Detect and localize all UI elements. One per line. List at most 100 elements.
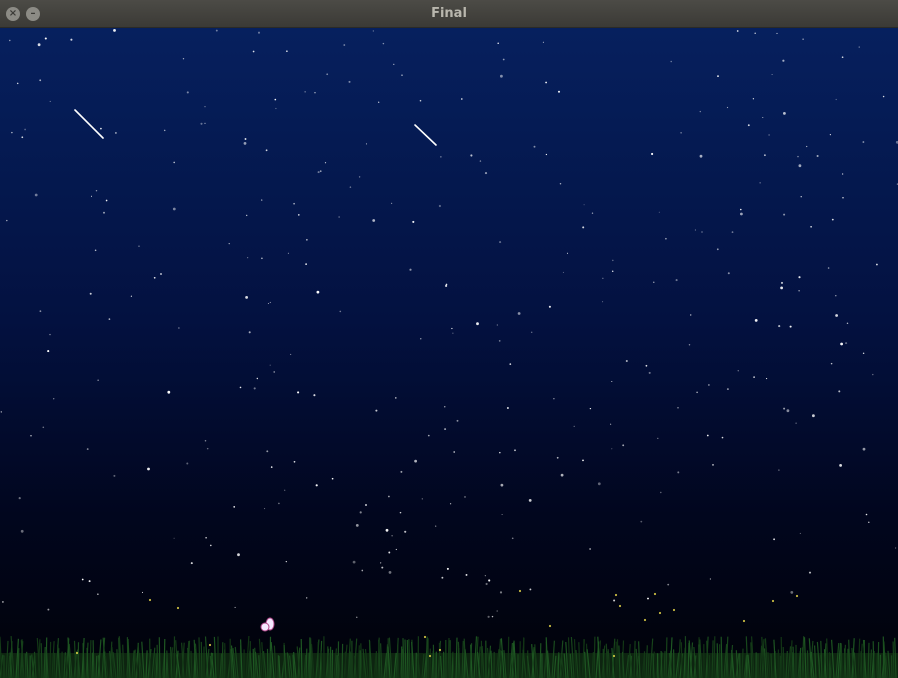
star	[499, 451, 501, 454]
star	[511, 537, 514, 540]
app-window: × – Final	[0, 0, 898, 678]
star	[566, 252, 569, 254]
star	[689, 314, 692, 316]
grass-blade	[557, 652, 560, 678]
star	[582, 459, 584, 462]
grass-blade	[173, 636, 176, 678]
star	[706, 434, 709, 437]
star	[782, 59, 785, 62]
star	[858, 46, 860, 48]
star	[802, 38, 804, 40]
star	[484, 172, 488, 175]
title-bar[interactable]: × – Final	[0, 0, 898, 28]
star	[862, 141, 865, 143]
star	[806, 145, 808, 148]
star	[34, 193, 38, 197]
star	[731, 231, 734, 233]
star	[37, 43, 41, 47]
star	[589, 548, 591, 550]
star	[53, 398, 55, 400]
star	[186, 91, 189, 94]
grass-blade	[95, 655, 98, 678]
star	[306, 597, 308, 599]
star	[200, 122, 203, 125]
star	[778, 469, 780, 471]
star	[438, 204, 441, 208]
star	[602, 277, 604, 279]
star	[388, 571, 392, 574]
grass-blade	[200, 641, 203, 678]
star	[677, 471, 680, 474]
star	[470, 154, 473, 157]
star	[670, 60, 672, 63]
grass-blade	[329, 646, 332, 678]
star	[831, 218, 834, 221]
star	[209, 544, 212, 547]
star	[645, 364, 648, 367]
grass-blade	[713, 636, 716, 678]
star	[453, 451, 456, 453]
star	[740, 208, 742, 211]
star	[47, 608, 50, 611]
star	[266, 450, 269, 453]
star	[89, 292, 92, 295]
star	[548, 305, 551, 308]
star	[827, 267, 830, 269]
star	[278, 502, 280, 505]
star	[88, 580, 91, 583]
star	[499, 591, 503, 594]
star	[444, 406, 446, 408]
star	[514, 449, 516, 452]
star	[783, 112, 786, 115]
star	[381, 566, 384, 569]
star	[247, 257, 249, 259]
star	[42, 426, 45, 429]
firefly	[75, 651, 79, 655]
grass-blade	[780, 636, 783, 678]
star	[24, 128, 26, 131]
star	[868, 521, 870, 524]
star	[395, 397, 397, 399]
star	[613, 599, 616, 602]
star	[798, 276, 801, 279]
star	[479, 160, 482, 162]
star	[316, 290, 320, 294]
star	[717, 75, 719, 78]
grass-blade	[708, 655, 711, 678]
star	[498, 340, 501, 342]
star	[500, 74, 503, 78]
star	[533, 145, 536, 148]
grass-blade	[344, 651, 347, 678]
sky-background	[0, 28, 898, 678]
star	[597, 482, 601, 486]
star	[172, 207, 176, 211]
grass-blade	[163, 638, 166, 678]
star	[204, 122, 206, 125]
star	[243, 142, 247, 145]
star	[611, 270, 614, 273]
star	[798, 164, 802, 168]
star	[610, 423, 612, 425]
star	[244, 138, 247, 140]
star	[314, 92, 316, 94]
star	[789, 325, 792, 328]
star	[842, 197, 844, 199]
star	[16, 82, 19, 85]
star	[665, 237, 667, 240]
star	[6, 219, 8, 222]
star	[293, 202, 295, 205]
star	[727, 272, 730, 275]
grass-blade	[806, 650, 809, 678]
star	[611, 380, 613, 383]
star	[622, 444, 625, 447]
star	[190, 562, 193, 565]
firefly	[643, 618, 647, 622]
star	[97, 379, 99, 381]
star	[287, 252, 289, 254]
star	[11, 131, 13, 134]
star	[237, 553, 240, 557]
star	[163, 129, 166, 132]
grass-blade	[438, 642, 441, 678]
star	[380, 562, 382, 564]
star	[708, 384, 710, 386]
